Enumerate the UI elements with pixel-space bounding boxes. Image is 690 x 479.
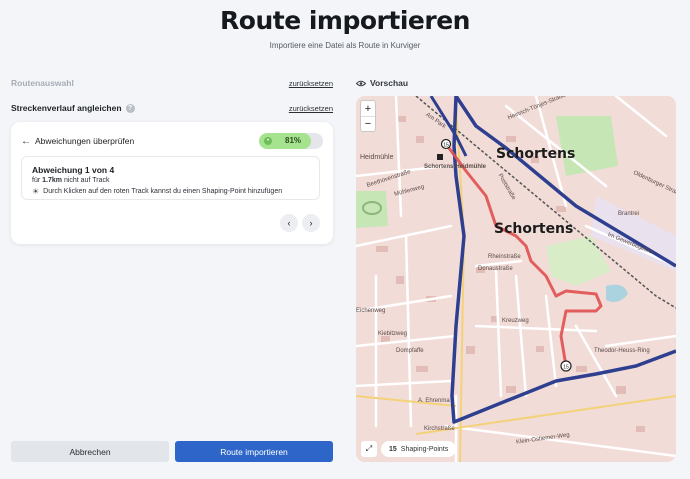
track-matching-row: Streckenverlauf angleichen? zurücksetzen	[11, 101, 333, 115]
street-rhein: Rheinstraße	[488, 254, 521, 260]
next-deviation-button[interactable]: ›	[302, 214, 320, 232]
lightbulb-icon: ☀	[32, 187, 40, 196]
street-donau: Donaustraße	[478, 266, 513, 272]
route-selection-label: Routenauswahl	[11, 78, 74, 88]
chevron-left-icon: ‹	[287, 218, 291, 228]
import-route-button[interactable]: Route importieren	[175, 441, 333, 462]
match-progress-label: 81%	[285, 136, 302, 145]
track-matching-label: Streckenverlauf angleichen	[11, 102, 122, 113]
deviation-hint: ☀ Durch Klicken auf den roten Track kann…	[32, 187, 282, 196]
match-progress-bar: • 81%	[259, 133, 323, 149]
svg-text:15: 15	[563, 365, 569, 371]
review-deviations-title: Abweichungen überprüfen	[35, 136, 135, 146]
deviation-hint-text: Durch Klicken auf den roten Track kannst…	[43, 188, 283, 195]
street-kiebitz: Kiebitzweg	[378, 331, 408, 337]
previous-deviation-button[interactable]: ‹	[280, 214, 298, 232]
street-heidmuehle: Heidmühle	[360, 154, 394, 161]
street-brantrei: Brantrei	[618, 211, 640, 217]
deviation-title: Abweichung 1 von 4	[32, 165, 115, 175]
zoom-control: + −	[360, 100, 376, 132]
fullscreen-icon[interactable]: ⤢	[361, 441, 377, 457]
end-marker: 15	[560, 360, 572, 372]
town-label-center: Schortens	[494, 221, 574, 237]
eye-icon	[356, 80, 366, 86]
street-ehrenma: A. Ehrenma	[418, 398, 450, 404]
street-dompfaffe: Dompfaffe	[396, 348, 424, 354]
svg-text:15: 15	[443, 143, 449, 149]
shaping-points-label: Shaping-Points	[400, 445, 449, 453]
preview-label: Vorschau	[370, 78, 409, 88]
sports-field	[356, 191, 388, 228]
map-footer: ⤢ 15 Shaping-Points	[361, 441, 457, 457]
deviation-prefix: für	[32, 177, 41, 184]
track-matching-reset-link[interactable]: zurücksetzen	[289, 104, 333, 113]
station-label: Schortens-Heidmühle	[424, 164, 487, 170]
zoom-in-button[interactable]: +	[361, 101, 375, 116]
deviation-detail: Abweichung 1 von 4 für 1.7km nicht auf T…	[21, 156, 320, 200]
page-title: Route importieren	[220, 6, 470, 35]
street-eichenweg: Eichenweg	[356, 308, 386, 314]
shaping-points-count: 15	[389, 445, 397, 453]
back-arrow-icon[interactable]: ←	[21, 136, 35, 147]
route-selection-row: Routenauswahl zurücksetzen	[11, 76, 333, 90]
town-label-top: Schortens	[496, 146, 576, 162]
shaping-points-badge: 15 Shaping-Points	[381, 441, 457, 457]
route-selection-reset-link[interactable]: zurücksetzen	[289, 79, 333, 88]
track-matching-heading: Streckenverlauf angleichen?	[11, 102, 135, 114]
deviation-distance: 1.7km	[42, 177, 62, 184]
street-kreuzweg: Kreuzweg	[502, 318, 529, 324]
match-dot-icon: •	[264, 137, 272, 145]
page-subtitle: Importiere eine Datei als Route in Kurvi…	[269, 41, 421, 50]
card-header: ← Abweichungen überprüfen • 81%	[21, 132, 323, 150]
deviation-summary: für 1.7km nicht auf Track	[32, 177, 109, 184]
route-preview-map[interactable]: 15 15 Schortens Schortens Schortens-Heid…	[356, 96, 676, 462]
cancel-button[interactable]: Abbrechen	[11, 441, 169, 462]
street-kirchstr: Kirchstraße	[424, 426, 455, 432]
street-theodor: Theodor-Heuss-Ring	[594, 348, 650, 354]
help-icon[interactable]: ?	[125, 104, 135, 114]
preview-heading: Vorschau	[356, 78, 408, 88]
deviation-suffix: nicht auf Track	[63, 177, 110, 184]
deviation-card: ← Abweichungen überprüfen • 81% Abweichu…	[11, 122, 333, 244]
chevron-right-icon: ›	[309, 218, 313, 228]
zoom-out-button[interactable]: −	[361, 116, 375, 131]
